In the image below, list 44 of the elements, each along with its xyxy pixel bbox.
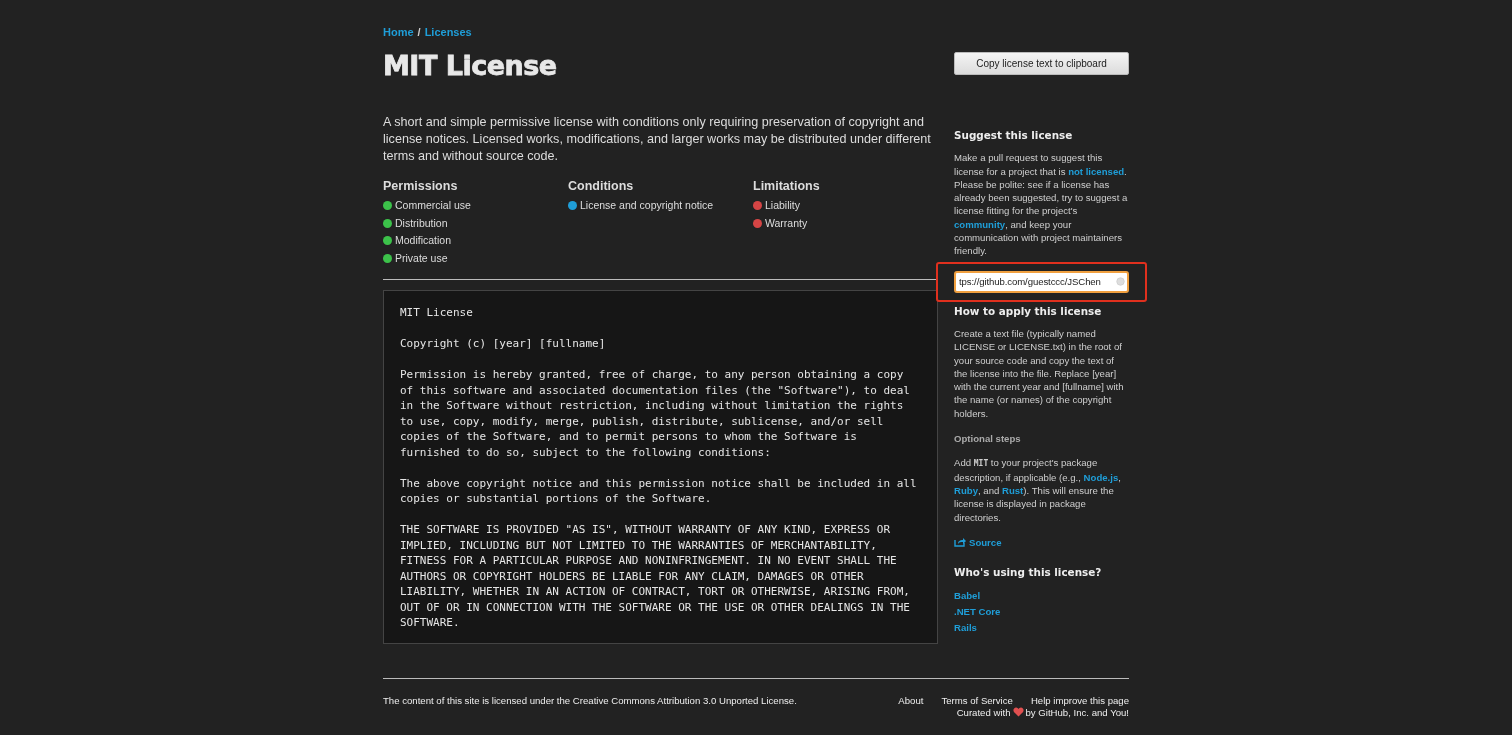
project-link[interactable]: .NET Core — [954, 604, 1129, 621]
footer-link[interactable]: Terms of Service — [941, 694, 1013, 706]
rule-label: Private use — [395, 250, 448, 266]
section-heading: Suggest this license — [954, 129, 1074, 143]
rule-label: Warranty — [765, 215, 808, 231]
section-heading: Who's using this license? — [954, 566, 1103, 580]
rule-label: License and copyright notice — [580, 198, 714, 213]
footer-link[interactable]: Help improve this page — [1030, 694, 1129, 706]
project-link[interactable]: Babel — [954, 588, 1129, 605]
curated-text: by GitHub, Inc. and You! — [1025, 706, 1129, 718]
license-paragraph: MIT License — [400, 305, 474, 321]
text-link[interactable]: Ruby — [954, 484, 978, 496]
license-paragraph: The above copyright notice and this permission notice shall be included in all copies or substantial portions of the Software. — [400, 475, 918, 507]
optional-steps-heading: Optional steps — [954, 432, 1022, 446]
license-paragraph: Permission is hereby granted, free of charge, to any person obtaining a copy of this software and associated documentation files (the "Software"), to deal in the Software without restriction, including without limitation the rights to use, copy, modify, merge, publish, distribute, sublicense, and/or sell copies of the Software, and to permit persons to whom the Software is furnished to do so, subject to the following conditions: — [400, 367, 911, 460]
license-description: A short and simple permissive license with conditions only requiring preservation of copyright and license notices. Licensed works, modifications, and larger works may be distributed under different terms and without source code. — [383, 114, 932, 165]
footer-link[interactable]: About — [898, 694, 924, 706]
text-link[interactable]: Rust — [1002, 484, 1024, 496]
suggest-paragraph: Make a pull request to suggest this license for a project that is not licensed. Please be polite: see if a license has already been suggested, try to suggest a license fitting for the project's community, and keep your communication with project maintainers friendly. — [954, 151, 1129, 258]
rule-label: Liability — [765, 198, 801, 213]
breadcrumb-separator: / — [417, 26, 421, 38]
rule-label: Commercial use — [395, 198, 471, 213]
rule-label: Distribution — [395, 215, 448, 231]
license-paragraph: Copyright (c) [year] [fullname] — [400, 336, 607, 352]
heart-icon — [1012, 707, 1024, 717]
license-paragraph: THE SOFTWARE IS PROVIDED "AS IS", WITHOUT WARRANTY OF ANY KIND, EXPRESS OR IMPLIED, INCLUDING BUT NOT LIMITED TO THE WARRANTIES OF MERCHANTABILITY, FITNESS FOR A PARTICULAR PURPOSE AND NONINFRINGEMENT. IN NO EVENT SHALL THE AUTHORS OR COPYRIGHT HOLDERS BE LIABLE FOR ANY CLAIM, DAMAGES OR OTHER LIABILITY, WHETHER IN AN ACTION OF CONTRACT, TORT OR OTHERWISE, ARISING FROM, OUT OF OR IN CONNECTION WITH THE SOFTWARE OR THE USE OR OTHER DEALINGS IN THE SOFTWARE. — [400, 522, 911, 631]
text-link[interactable]: community — [954, 218, 1006, 230]
copy-button[interactable]: Copy license text to clipboard — [954, 52, 1129, 75]
rule-heading: Conditions — [568, 179, 635, 193]
breadcrumb-link[interactable]: Home — [383, 26, 414, 38]
page-title: MIT License — [383, 50, 557, 81]
breadcrumb-link[interactable]: Licenses — [424, 26, 472, 38]
share-icon — [954, 537, 966, 548]
footer-license-text: The content of this site is licensed under the Creative Commons Attribution 3.0 Unported License. — [383, 694, 797, 706]
curated-text: Curated with — [956, 706, 1011, 718]
source-link[interactable]: Source — [969, 535, 1002, 550]
rule-heading: Limitations — [753, 179, 821, 193]
rule-heading: Permissions — [383, 179, 459, 193]
project-link[interactable]: Rails — [954, 620, 1129, 637]
url-input-field[interactable]: tps://github.com/guestccc/JSChen — [954, 270, 1129, 293]
section-heading: How to apply this license — [954, 304, 1103, 318]
optional-paragraph: Add MIT to your project's package description, if applicable (e.g., Node.js, Ruby, and Rust). This will ensure the license is displayed in package directories. — [954, 456, 1122, 524]
apply-paragraph: Create a text file (typically named LICENSE or LICENSE.txt) in the root of your source code and copy the text of the license into the file. Replace [year] with the current year and [fullname] with the name (or names) of the copyright holders. — [954, 326, 1125, 421]
rule-label: Modification — [395, 233, 452, 248]
